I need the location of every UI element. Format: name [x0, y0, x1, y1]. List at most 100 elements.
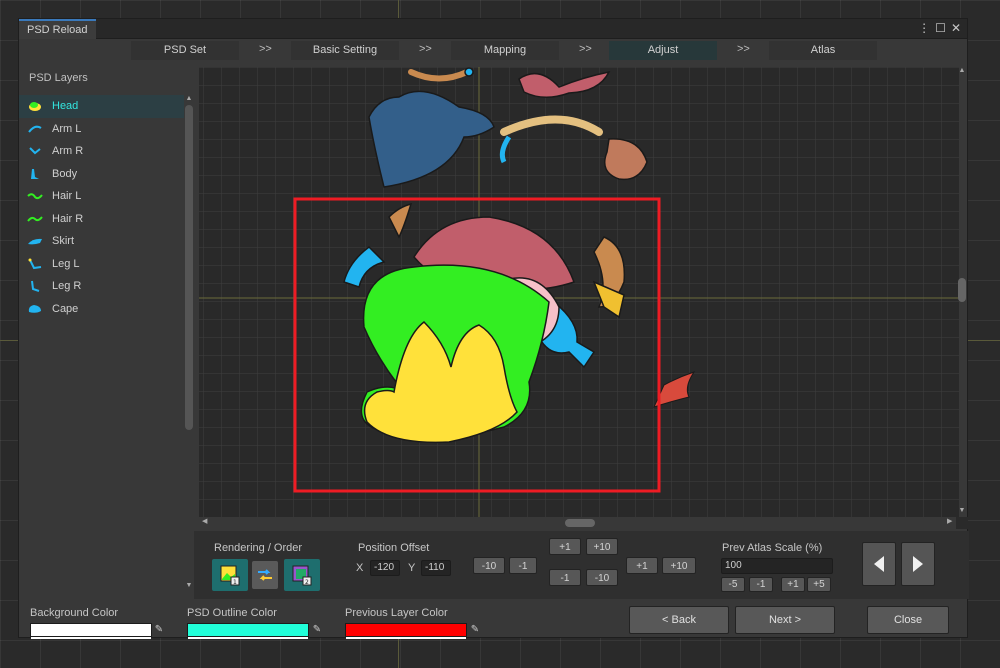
scroll-left-icon[interactable]: ◀ — [202, 517, 207, 525]
canvas-vscroll-thumb[interactable] — [958, 278, 966, 302]
step-separator: >> — [737, 43, 750, 55]
head-layer-icon — [27, 100, 43, 112]
next-button[interactable]: Next > — [735, 606, 835, 634]
leg-layer-icon — [27, 258, 43, 270]
step-adjust[interactable]: Adjust — [609, 41, 717, 60]
step-mapping[interactable]: Mapping — [451, 41, 559, 60]
canvas-hscroll-thumb[interactable] — [565, 519, 595, 527]
step-psd-set[interactable]: PSD Set — [131, 41, 239, 60]
layer-label: Arm R — [52, 145, 84, 158]
layers-list: Head Arm L Arm R Body Hair L Hair R Skir… — [19, 95, 184, 432]
layer-item-body[interactable]: Body — [19, 163, 184, 186]
layer-item-hair-r[interactable]: Hair R — [19, 208, 184, 231]
atlas-scale-label: Prev Atlas Scale (%) — [722, 542, 823, 554]
arm-layer-icon — [27, 123, 43, 135]
close-icon[interactable]: ✕ — [951, 21, 961, 35]
position-offset-label: Position Offset — [358, 542, 430, 554]
scroll-corner — [956, 517, 968, 529]
psd-reload-window: PSD Reload ⋮ ☐ ✕ PSD Set >> Basic Settin… — [18, 18, 969, 639]
triangle-left-icon — [874, 556, 884, 572]
scroll-right-icon[interactable]: ▶ — [947, 517, 952, 525]
canvas-artwork — [199, 67, 959, 517]
offset-left-10-button[interactable]: -10 — [473, 557, 505, 574]
swap-order-button[interactable] — [252, 561, 278, 589]
layer-label: Leg L — [52, 257, 80, 270]
layer-item-skirt[interactable]: Skirt — [19, 230, 184, 253]
layer-item-leg-r[interactable]: Leg R — [19, 275, 184, 298]
scale-plus-1-button[interactable]: +1 — [781, 577, 805, 592]
cape-layer-icon — [27, 303, 43, 315]
next-layer-button[interactable] — [901, 542, 935, 586]
position-x-field[interactable]: -120 — [370, 560, 400, 576]
more-icon[interactable]: ⋮ — [918, 21, 930, 35]
offset-right-1-button[interactable]: +1 — [626, 557, 658, 574]
eyedropper-icon[interactable]: ✎ — [469, 624, 481, 636]
canvas-horizontal-scrollbar[interactable]: ◀ ▶ — [199, 517, 956, 529]
order-mode-button[interactable]: 2 — [284, 559, 320, 591]
step-atlas[interactable]: Atlas — [769, 41, 877, 60]
scale-minus-5-button[interactable]: -5 — [721, 577, 745, 592]
y-label: Y — [408, 562, 416, 574]
step-separator: >> — [579, 43, 592, 55]
layer-order-icon: 2 — [292, 565, 312, 586]
rendering-mode-button[interactable]: 1 — [212, 559, 248, 591]
scroll-up-icon[interactable]: ▲ — [184, 95, 194, 102]
svg-text:2: 2 — [305, 579, 309, 586]
footer: Background Color ✎ PSD Outline Color ✎ P… — [19, 599, 967, 639]
offset-up-1-button[interactable]: +1 — [549, 538, 581, 555]
offset-up-10-button[interactable]: +10 — [586, 538, 618, 555]
step-separator: >> — [259, 43, 272, 55]
eyedropper-icon[interactable]: ✎ — [311, 624, 323, 636]
hair-layer-icon — [27, 213, 43, 225]
outline-color-field[interactable] — [187, 623, 309, 639]
previous-layer-color-label: Previous Layer Color — [345, 607, 448, 619]
scroll-down-icon[interactable]: ▼ — [956, 507, 968, 514]
step-separator: >> — [419, 43, 432, 55]
window-tab[interactable]: PSD Reload — [19, 19, 96, 39]
close-button[interactable]: Close — [867, 606, 949, 634]
layer-label: Cape — [52, 302, 79, 315]
title-bar: PSD Reload ⋮ ☐ ✕ — [19, 19, 967, 39]
body-layer-icon — [27, 168, 43, 180]
eyedropper-icon[interactable]: ✎ — [153, 624, 165, 636]
layer-item-arm-l[interactable]: Arm L — [19, 118, 184, 141]
layers-title: PSD Layers — [29, 72, 88, 84]
step-basic-setting[interactable]: Basic Setting — [291, 41, 399, 60]
layer-item-arm-r[interactable]: Arm R — [19, 140, 184, 163]
layer-label: Body — [52, 167, 78, 180]
scale-minus-1-button[interactable]: -1 — [749, 577, 773, 592]
offset-down-1-button[interactable]: -1 — [549, 569, 581, 586]
background-color-field[interactable] — [30, 623, 152, 639]
canvas-vertical-scrollbar[interactable]: ▲ ▼ — [956, 67, 968, 517]
scroll-down-icon[interactable]: ▼ — [184, 582, 194, 589]
layer-item-cape[interactable]: Cape — [19, 298, 184, 321]
adjust-canvas[interactable] — [199, 67, 959, 517]
layers-scroll-thumb[interactable] — [185, 105, 193, 430]
rendering-order-label: Rendering / Order — [214, 542, 303, 554]
layer-label: Skirt — [52, 235, 74, 248]
scale-plus-5-button[interactable]: +5 — [807, 577, 831, 592]
layer-item-hair-l[interactable]: Hair L — [19, 185, 184, 208]
previous-layer-color-field[interactable] — [345, 623, 467, 639]
layer-label: Leg R — [52, 280, 82, 293]
adjust-controls-panel: Rendering / Order 1 2 Position Offset X … — [194, 531, 969, 599]
layer-label: Hair L — [52, 190, 82, 203]
leg-layer-icon — [27, 280, 43, 293]
offset-right-10-button[interactable]: +10 — [662, 557, 696, 574]
title-icons: ⋮ ☐ ✕ — [918, 21, 961, 35]
outline-color-label: PSD Outline Color — [187, 607, 277, 619]
offset-down-10-button[interactable]: -10 — [586, 569, 618, 586]
back-button[interactable]: < Back — [629, 606, 729, 634]
position-y-field[interactable]: -110 — [421, 560, 451, 576]
arm-layer-icon — [27, 145, 43, 157]
layers-scrollbar[interactable]: ▲ ▼ — [184, 95, 194, 593]
layer-item-head[interactable]: Head — [19, 95, 184, 118]
maximize-icon[interactable]: ☐ — [935, 21, 946, 35]
layer-item-leg-l[interactable]: Leg L — [19, 253, 184, 276]
previous-layer-button[interactable] — [862, 542, 896, 586]
offset-left-1-button[interactable]: -1 — [509, 557, 537, 574]
atlas-scale-field[interactable]: 100 — [721, 558, 833, 574]
scroll-up-icon[interactable]: ▲ — [956, 67, 968, 74]
hair-layer-icon — [27, 190, 43, 202]
layer-label: Arm L — [52, 122, 82, 135]
